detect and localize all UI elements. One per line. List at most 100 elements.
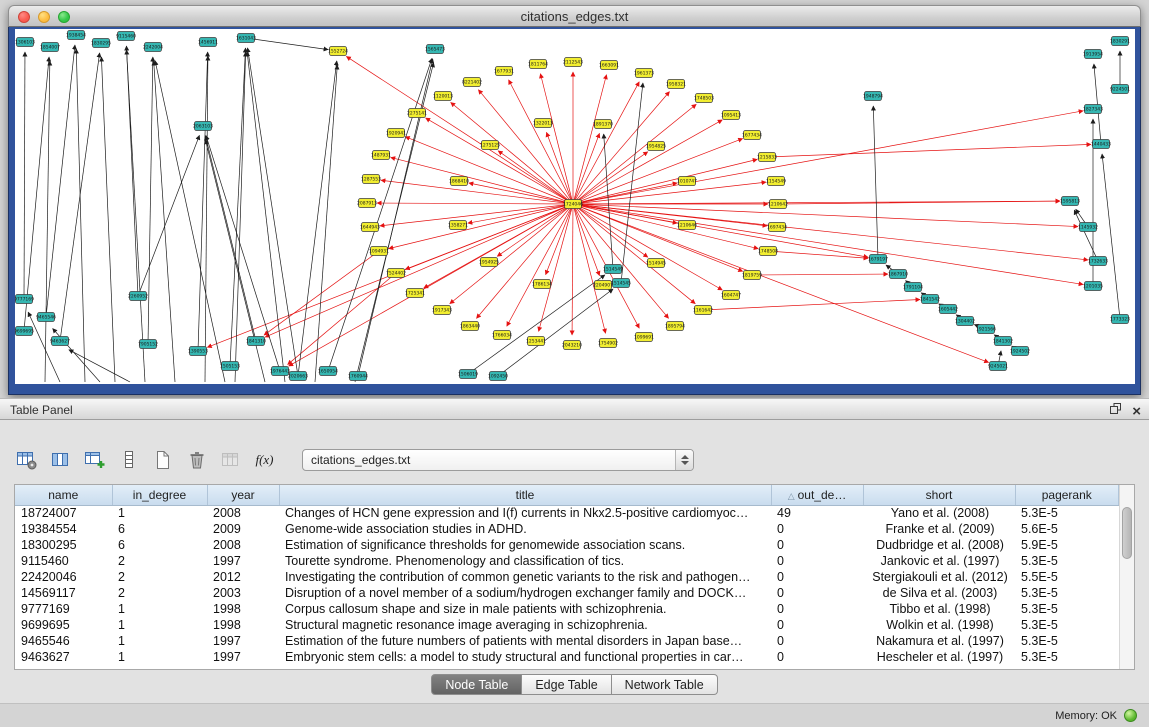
close-panel-icon[interactable]: × [1132,404,1141,419]
graph-node[interactable]: 1358271 [448,221,468,230]
graph-node[interactable]: 1095413 [721,111,741,120]
graph-node[interactable]: 1120013 [433,92,453,101]
graph-node[interactable]: 1306103 [15,38,35,47]
new-table-icon[interactable] [150,447,175,473]
graph-node[interactable]: 2043210 [562,341,582,350]
tab-network-table[interactable]: Network Table [612,674,718,695]
graph-node[interactable]: 1924502 [1010,347,1030,356]
graph-node[interactable]: 1791104 [903,283,923,292]
graph-node[interactable]: 1631043 [236,34,256,43]
column-header-year[interactable]: year [207,485,279,505]
graph-node[interactable]: 1565473 [425,45,445,54]
graph-node[interactable]: 1595813 [1060,197,1080,206]
network-canvas[interactable]: 1210642169743417485081819759160474711616… [15,29,1135,384]
graph-node[interactable]: 1604747 [721,291,741,300]
graph-node[interactable]: 1304402 [955,317,975,326]
graph-node[interactable]: 1505153 [220,362,240,371]
graph-node[interactable]: 1697434 [767,223,787,232]
table-row[interactable]: 946362711997Embryonic stem cells: a mode… [15,649,1119,665]
graph-node[interactable]: 1773323 [1110,315,1130,324]
graph-node[interactable]: 1679197 [868,255,888,264]
graph-node[interactable]: 1724046 [563,200,583,209]
table-row[interactable]: 1456911722003Disruption of a novel membe… [15,585,1119,601]
graph-node[interactable]: 1841310 [246,337,266,346]
graph-node[interactable]: 2242004 [143,43,163,52]
tab-node-table[interactable]: Node Table [431,674,522,695]
graph-node[interactable]: 1099691 [634,333,654,342]
graph-node[interactable]: 1811764 [528,60,548,69]
graph-node[interactable]: 1322013 [533,119,553,128]
column-header-pagerank[interactable]: pagerank [1015,485,1119,505]
graph-node[interactable]: 1210642 [768,200,788,209]
column-header-title[interactable]: title [279,485,771,505]
column-header-out_degree[interactable]: △out_de… [771,485,863,505]
graph-node[interactable]: 1145932 [1078,223,1098,232]
graph-node[interactable]: 1677931 [494,67,514,76]
graph-node[interactable]: 1841302 [993,337,1013,346]
table-scrollbar[interactable] [1119,485,1134,669]
table-row[interactable]: 1830029562008Estimation of significance … [15,537,1119,553]
graph-node[interactable]: 1287553 [361,175,381,184]
column-header-in_degree[interactable]: in_degree [112,485,207,505]
scrollbar-thumb[interactable] [1122,507,1132,559]
graph-node[interactable]: 2087913 [357,199,377,208]
column-header-short[interactable]: short [863,485,1015,505]
graph-node[interactable]: 1913954 [1083,50,1103,59]
graph-node[interactable]: 2112543 [563,58,583,67]
graph-node[interactable]: 1867910 [888,270,908,279]
table-row[interactable]: 969969511998Structural magnetic resonanc… [15,617,1119,633]
graph-node[interactable]: 1663091 [599,61,619,70]
table-row[interactable]: 2242004622012Investigating the contribut… [15,569,1119,585]
graph-node[interactable]: 1748503 [694,94,714,103]
graph-node[interactable]: 1921566 [976,325,996,334]
graph-node[interactable]: 2275141 [407,109,427,118]
graph-node[interactable]: 1514545 [611,279,631,288]
graph-node[interactable]: 8221402 [462,78,482,87]
graph-node[interactable]: 2260952 [128,292,148,301]
graph-node[interactable]: 1552724 [328,47,348,56]
column-header-name[interactable]: name [15,485,112,505]
graph-node[interactable]: 1819759 [742,271,762,280]
graph-node[interactable]: 1786134 [532,280,552,289]
graph-node[interactable]: 1868410 [449,177,469,186]
rows-icon[interactable] [116,447,141,473]
graph-node[interactable]: 1961373 [634,69,654,78]
tab-edge-table[interactable]: Edge Table [522,674,611,695]
graph-node[interactable]: 1644943 [360,223,380,232]
graph-node[interactable]: 1650954 [318,367,338,376]
graph-node[interactable]: 1677434 [742,131,762,140]
create-column-icon[interactable] [82,447,107,473]
graph-node[interactable]: 1954925 [479,258,499,267]
graph-node[interactable]: 1895794 [665,322,685,331]
window-titlebar[interactable]: citations_edges.txt [8,5,1141,27]
table-selector-combo[interactable]: citations_edges.txt [302,449,694,471]
table-row[interactable]: 946554611997Estimation of the future num… [15,633,1119,649]
float-panel-icon[interactable] [1109,402,1122,420]
graph-node[interactable]: 7905152 [138,340,158,349]
graph-node[interactable]: 1514945 [646,259,666,268]
graph-node[interactable]: 1938454 [66,31,86,40]
show-columns-icon[interactable] [48,447,73,473]
graph-node[interactable]: 1092450 [488,372,508,381]
graph-node[interactable]: 1766034 [492,331,512,340]
graph-node[interactable]: 1210646 [677,221,697,230]
graph-node[interactable]: 1748508 [758,247,778,256]
graph-node[interactable]: 9777169 [15,295,34,304]
graph-node[interactable]: 1725341 [405,289,425,298]
graph-node[interactable]: 1863440 [460,322,480,331]
graph-node[interactable]: 1487931 [371,151,391,160]
graph-node[interactable]: 1094931 [369,247,389,256]
graph-node[interactable]: 1275125 [480,141,500,150]
graph-node[interactable]: 1841542 [920,295,940,304]
graph-node[interactable]: 1830291 [1110,37,1130,46]
graph-node[interactable]: 1754902 [598,339,618,348]
graph-node[interactable]: 1201035 [1083,282,1103,291]
table-row[interactable]: 911546021997Tourette syndrome. Phenomeno… [15,553,1119,569]
graph-node[interactable]: 1456911 [198,38,218,47]
graph-node[interactable]: 1390553 [188,347,208,356]
graph-node[interactable]: 1917343 [432,306,452,315]
graph-node[interactable]: 1506019 [458,370,478,379]
graph-node[interactable]: 1920941 [386,129,406,138]
graph-node[interactable]: 1440433 [1091,140,1111,149]
graph-node[interactable]: 1954825 [646,142,666,151]
